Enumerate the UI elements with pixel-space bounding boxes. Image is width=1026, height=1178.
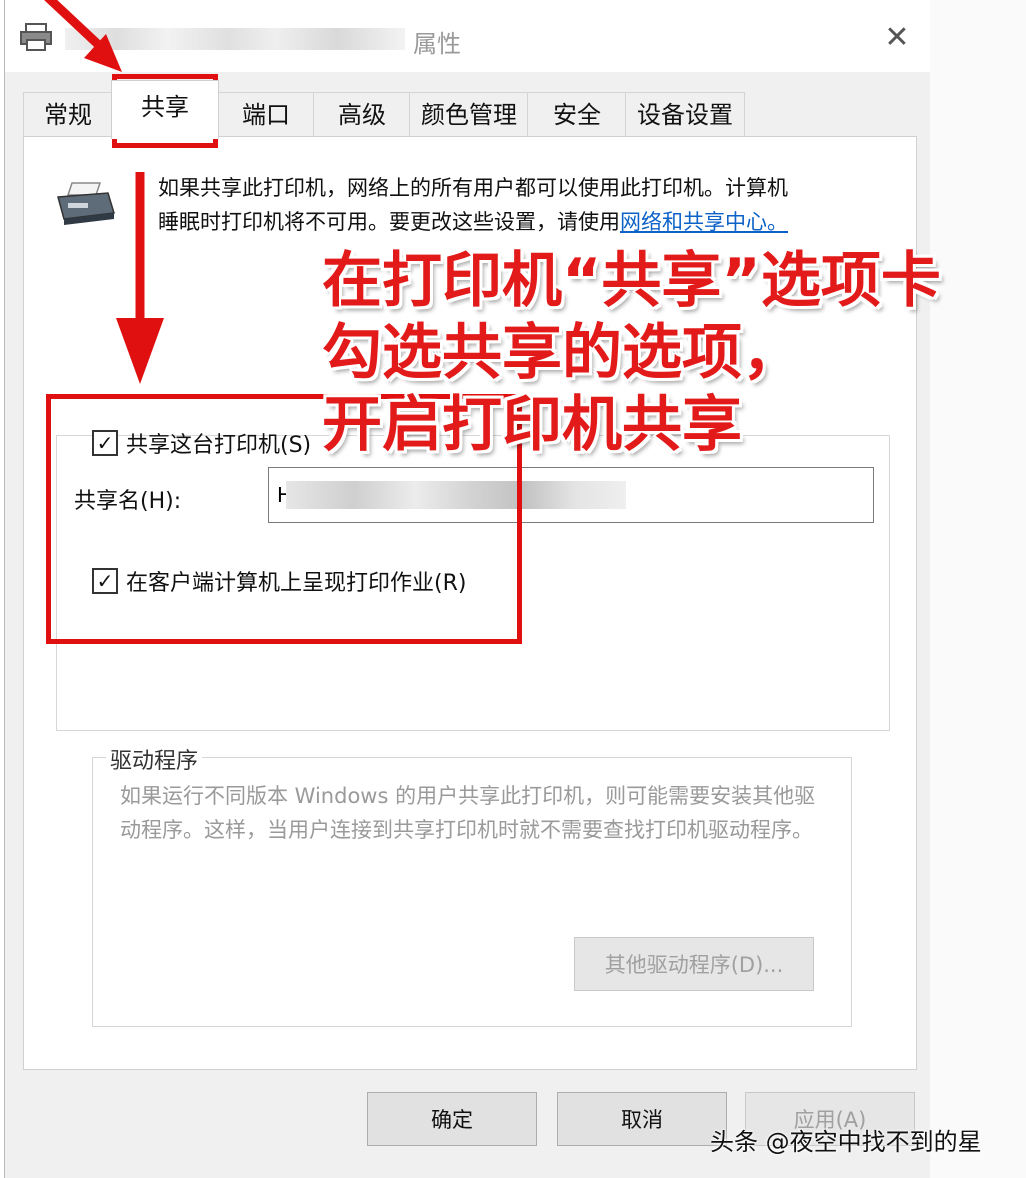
annotation-line-3: 开启打印机共享 bbox=[322, 390, 742, 460]
arrow-to-tab-line bbox=[44, 0, 108, 54]
annotation-line-1: 在打印机“共享”选项卡 bbox=[322, 246, 941, 316]
arrow-down-head bbox=[116, 318, 164, 384]
watermark: 头条 @夜空中找不到的星 bbox=[710, 1128, 982, 1156]
annotation-line-2: 勾选共享的选项， bbox=[322, 318, 802, 388]
annotation-arrows bbox=[44, 0, 164, 384]
tab-sharing[interactable]: 共享 bbox=[111, 80, 219, 139]
